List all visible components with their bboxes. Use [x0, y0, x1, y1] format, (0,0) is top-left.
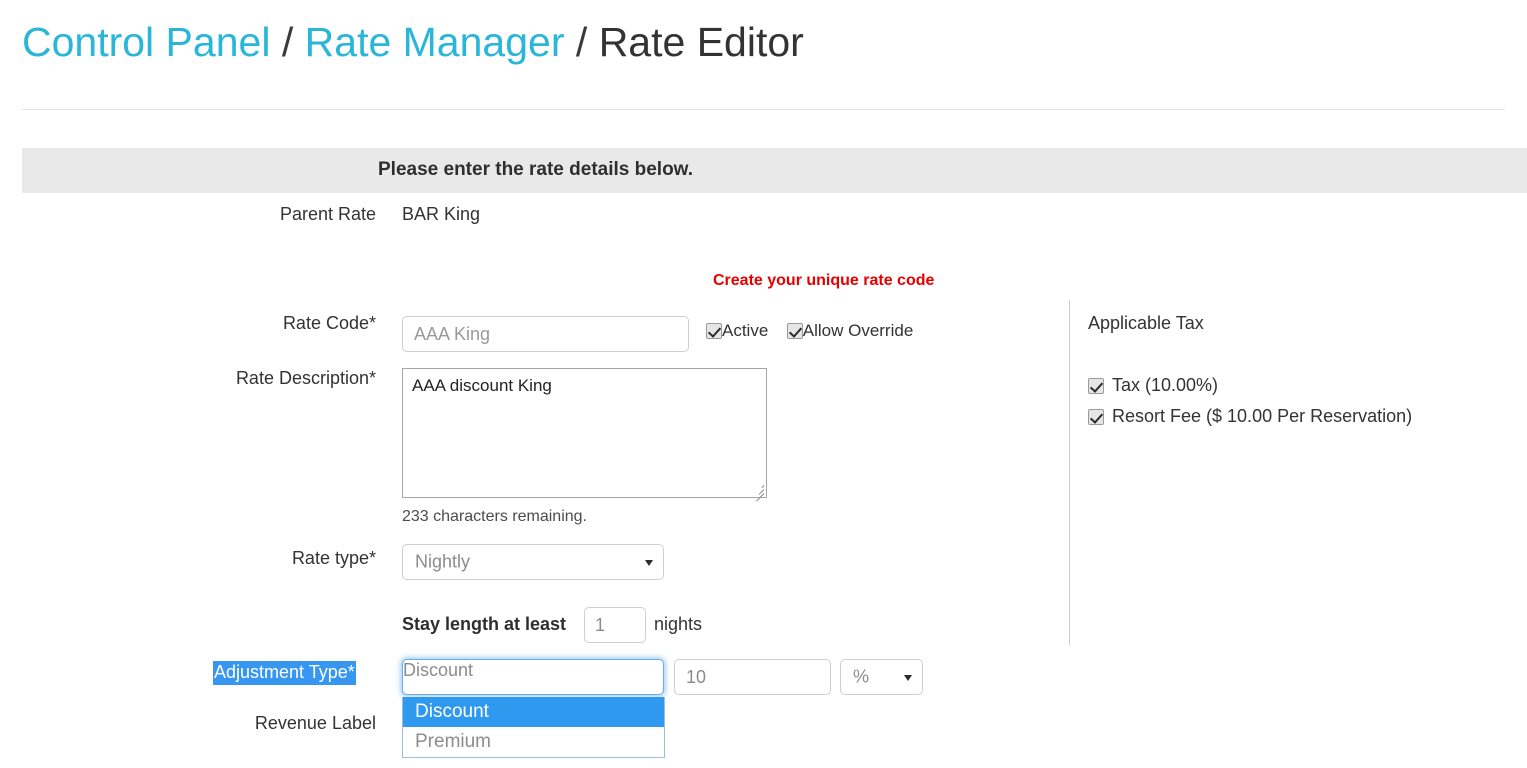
- breadcrumb-current-rate-editor: Rate Editor: [598, 19, 804, 65]
- allow-override-checkbox-item[interactable]: Allow Override: [786, 321, 914, 341]
- checkbox-icon-allow-override[interactable]: [786, 323, 803, 339]
- active-checkbox-label: Active: [722, 321, 769, 340]
- checkbox-icon-tax[interactable]: [1088, 378, 1104, 394]
- dropdown-option-premium[interactable]: Premium: [403, 727, 664, 757]
- breadcrumb-separator-1: /: [281, 19, 294, 65]
- rate-flags-group: Active Allow Override: [706, 321, 927, 341]
- tax-checkbox-label: Tax (10.00%): [1112, 375, 1219, 395]
- revenue-label-label: Revenue Label: [254, 713, 376, 733]
- applicable-tax-title: Applicable Tax: [1088, 313, 1204, 333]
- panel-divider: [1069, 300, 1070, 645]
- instruction-text: Please enter the rate details below.: [378, 159, 694, 180]
- adjustment-type-select-value: Discount: [403, 660, 474, 680]
- rate-description-label: Rate Description*: [235, 368, 376, 388]
- rate-type-select-value: Nightly: [415, 551, 471, 572]
- adjustment-type-label: Adjustment Type*: [213, 661, 356, 685]
- stay-length-suffix: nights: [654, 614, 703, 634]
- dropdown-option-discount[interactable]: Discount: [403, 697, 664, 727]
- adjustment-amount-input[interactable]: 10: [674, 659, 831, 695]
- breadcrumb-link-control-panel[interactable]: Control Panel: [22, 19, 270, 65]
- checkbox-icon-active[interactable]: [706, 323, 722, 339]
- characters-remaining-text: 233 characters remaining.: [402, 508, 587, 525]
- tax-checkbox-item[interactable]: Tax (10.00%): [1088, 375, 1412, 396]
- title-divider: [22, 109, 1505, 110]
- breadcrumb: Control Panel / Rate Manager / Rate Edit…: [22, 18, 804, 67]
- instruction-bar: [22, 148, 1527, 193]
- rate-code-input[interactable]: AAA King: [402, 316, 689, 352]
- adjustment-type-dropdown-list[interactable]: Discount Premium: [402, 697, 665, 758]
- adjustment-type-select[interactable]: Discount: [402, 659, 664, 695]
- rate-type-label: Rate type*: [291, 548, 376, 568]
- applicable-tax-list: Tax (10.00%) Resort Fee ($ 10.00 Per Res…: [1088, 375, 1412, 437]
- checkbox-icon-resort-fee[interactable]: [1088, 409, 1104, 425]
- parent-rate-label: Parent Rate: [279, 204, 376, 224]
- chevron-down-icon-adjustment-unit: [904, 675, 912, 681]
- stay-length-label: Stay length at least: [402, 614, 567, 634]
- rate-description-textarea[interactable]: AAA discount King: [402, 368, 767, 498]
- resort-fee-checkbox-item[interactable]: Resort Fee ($ 10.00 Per Reservation): [1088, 406, 1412, 427]
- rate-type-select[interactable]: Nightly: [402, 544, 664, 580]
- allow-override-checkbox-label: Allow Override: [802, 321, 914, 340]
- breadcrumb-link-rate-manager[interactable]: Rate Manager: [305, 19, 565, 65]
- chevron-down-icon-rate-type: [645, 560, 653, 566]
- rate-code-hint: Create your unique rate code: [713, 272, 935, 289]
- stay-length-input[interactable]: 1: [584, 607, 646, 643]
- adjustment-unit-select[interactable]: %: [840, 659, 923, 695]
- active-checkbox-item[interactable]: Active: [706, 321, 768, 341]
- parent-rate-value: BAR King: [402, 204, 481, 224]
- rate-editor-page: Control Panel / Rate Manager / Rate Edit…: [0, 0, 1527, 768]
- resort-fee-checkbox-label: Resort Fee ($ 10.00 Per Reservation): [1112, 406, 1413, 426]
- rate-code-label: Rate Code*: [282, 313, 376, 333]
- breadcrumb-separator-2: /: [575, 19, 588, 65]
- adjustment-unit-select-value: %: [853, 666, 870, 687]
